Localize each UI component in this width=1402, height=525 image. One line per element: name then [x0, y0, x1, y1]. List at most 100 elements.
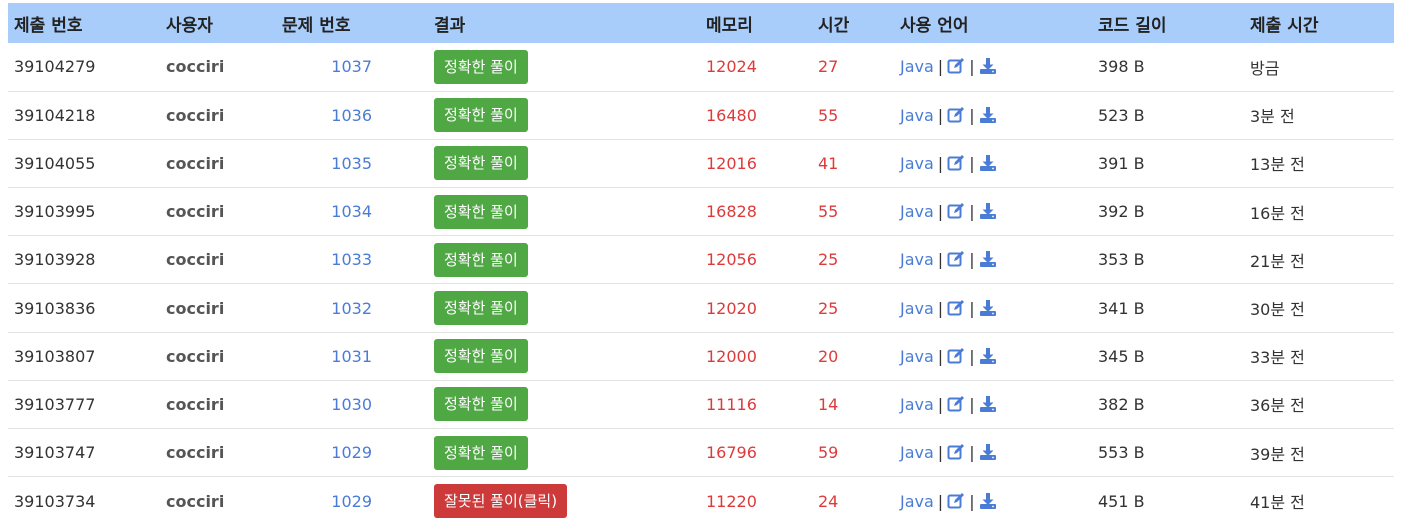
download-icon[interactable] — [979, 202, 997, 220]
submitted-at-cell: 33분 전 — [1244, 332, 1394, 380]
user-link[interactable]: cocciri — [166, 154, 224, 173]
edit-icon[interactable] — [947, 299, 965, 317]
result-badge[interactable]: 정확한 풀이 — [434, 435, 528, 470]
user-link[interactable]: cocciri — [166, 202, 224, 221]
submission-id: 39103928 — [14, 250, 96, 270]
code-length-cell: 451 B — [1092, 477, 1244, 525]
problem-link[interactable]: 1032 — [331, 299, 372, 318]
submitted-at-cell: 3분 전 — [1244, 91, 1394, 139]
submission-id: 39103777 — [14, 394, 96, 414]
problem-link[interactable]: 1035 — [331, 154, 372, 173]
problem-link[interactable]: 1037 — [331, 57, 372, 76]
code-length: 553 B — [1098, 443, 1145, 463]
download-icon[interactable] — [979, 492, 997, 510]
edit-icon[interactable] — [947, 395, 965, 413]
user-link[interactable]: cocciri — [166, 57, 224, 76]
time-value: 25 — [818, 298, 839, 318]
download-icon[interactable] — [979, 106, 997, 124]
problem-link[interactable]: 1029 — [331, 492, 372, 511]
download-icon[interactable] — [979, 154, 997, 172]
edit-icon[interactable] — [947, 250, 965, 268]
result-badge[interactable]: 정확한 풀이 — [434, 242, 528, 277]
result-badge[interactable]: 정확한 풀이 — [434, 194, 528, 229]
time-cell: 55 — [812, 188, 894, 236]
submitted-at: 21분 전 — [1250, 251, 1305, 271]
code-length: 523 B — [1098, 105, 1145, 125]
user-link[interactable]: cocciri — [166, 106, 224, 125]
submitted-at-cell: 13분 전 — [1244, 139, 1394, 187]
problem-link[interactable]: 1036 — [331, 106, 372, 125]
separator: | — [969, 443, 975, 463]
separator: | — [937, 394, 944, 414]
user-cell: cocciri — [160, 139, 276, 187]
code-length-cell: 382 B — [1092, 380, 1244, 428]
result-badge[interactable]: 정확한 풀이 — [434, 387, 528, 422]
table-row: 39103928 cocciri 1033 정확한 풀이 12056 25 Ja… — [8, 236, 1394, 284]
user-link[interactable]: cocciri — [166, 347, 224, 366]
table-row: 39103734 cocciri 1029 잘못된 풀이(클릭) 11220 2… — [8, 477, 1394, 525]
download-icon[interactable] — [979, 395, 997, 413]
problem-link[interactable]: 1029 — [331, 443, 372, 462]
download-icon[interactable] — [979, 443, 997, 461]
memory-cell: 11220 — [700, 477, 812, 525]
result-badge[interactable]: 정확한 풀이 — [434, 291, 528, 326]
code-length: 451 B — [1098, 491, 1145, 511]
language-link[interactable]: Java — [900, 395, 934, 414]
language-link[interactable]: Java — [900, 57, 934, 76]
download-icon[interactable] — [979, 299, 997, 317]
separator: | — [969, 153, 975, 173]
submitted-at-cell: 39분 전 — [1244, 429, 1394, 477]
download-icon[interactable] — [979, 250, 997, 268]
memory-value: 16828 — [706, 202, 757, 222]
result-cell: 정확한 풀이 — [428, 43, 700, 91]
language-link[interactable]: Java — [900, 250, 934, 269]
problem-link[interactable]: 1030 — [331, 395, 372, 414]
memory-cell: 16480 — [700, 91, 812, 139]
header-language: 사용 언어 — [900, 15, 969, 36]
problem-cell: 1033 — [276, 236, 428, 284]
language-link[interactable]: Java — [900, 106, 934, 125]
code-length-cell: 345 B — [1092, 332, 1244, 380]
submitted-at: 30분 전 — [1250, 300, 1305, 320]
user-link[interactable]: cocciri — [166, 395, 224, 414]
problem-cell: 1034 — [276, 188, 428, 236]
problem-link[interactable]: 1031 — [331, 347, 372, 366]
edit-icon[interactable] — [947, 492, 965, 510]
time-value: 41 — [818, 153, 839, 173]
edit-icon[interactable] — [947, 106, 965, 124]
separator: | — [937, 491, 944, 511]
language-link[interactable]: Java — [900, 202, 934, 221]
problem-link[interactable]: 1033 — [331, 250, 372, 269]
download-icon[interactable] — [979, 347, 997, 365]
edit-icon[interactable] — [947, 347, 965, 365]
edit-icon[interactable] — [947, 154, 965, 172]
user-link[interactable]: cocciri — [166, 492, 224, 511]
separator: | — [969, 202, 975, 222]
language-link[interactable]: Java — [900, 492, 934, 511]
problem-link[interactable]: 1034 — [331, 202, 372, 221]
language-link[interactable]: Java — [900, 154, 934, 173]
edit-icon[interactable] — [947, 57, 965, 75]
result-badge[interactable]: 정확한 풀이 — [434, 339, 528, 374]
language-link[interactable]: Java — [900, 443, 934, 462]
submitted-at: 3분 전 — [1250, 107, 1295, 127]
edit-icon[interactable] — [947, 202, 965, 220]
result-badge[interactable]: 정확한 풀이 — [434, 98, 528, 133]
result-badge[interactable]: 잘못된 풀이(클릭) — [434, 484, 568, 519]
download-icon[interactable] — [979, 57, 997, 75]
result-badge[interactable]: 정확한 풀이 — [434, 49, 528, 84]
code-length-cell: 353 B — [1092, 236, 1244, 284]
language-link[interactable]: Java — [900, 347, 934, 366]
result-badge[interactable]: 정확한 풀이 — [434, 146, 528, 181]
time-value: 27 — [818, 57, 839, 77]
user-link[interactable]: cocciri — [166, 250, 224, 269]
language-cell: Java | | — [894, 43, 1092, 91]
submitted-at-cell: 41분 전 — [1244, 477, 1394, 525]
time-cell: 27 — [812, 43, 894, 91]
language-link[interactable]: Java — [900, 299, 934, 318]
user-link[interactable]: cocciri — [166, 443, 224, 462]
header-memory: 메모리 — [706, 15, 753, 36]
user-link[interactable]: cocciri — [166, 299, 224, 318]
edit-icon[interactable] — [947, 443, 965, 461]
result-cell: 정확한 풀이 — [428, 380, 700, 428]
